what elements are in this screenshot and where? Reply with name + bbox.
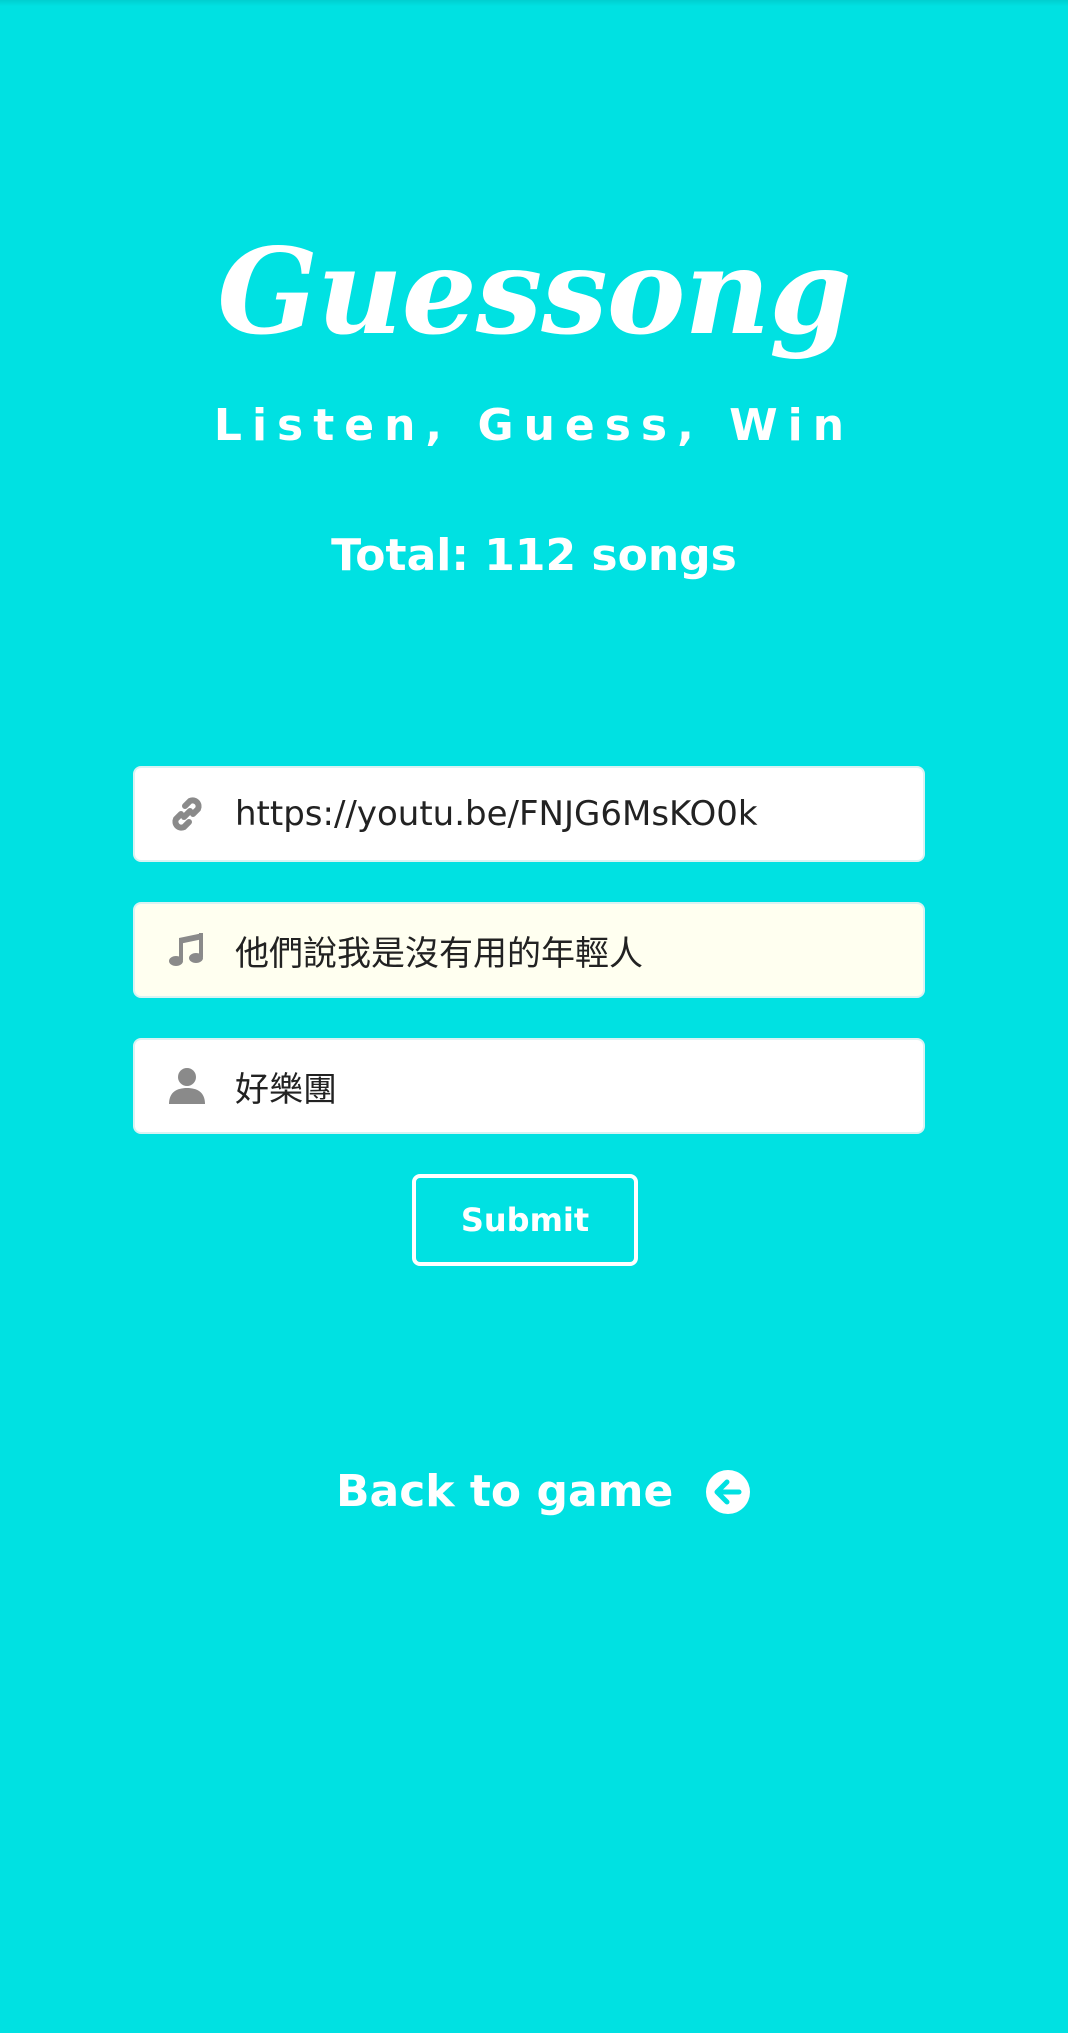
link-field[interactable]	[133, 766, 925, 862]
user-icon	[169, 1068, 205, 1104]
music-note-icon	[169, 933, 203, 966]
link-input[interactable]	[235, 768, 905, 860]
artist-input[interactable]	[235, 1040, 905, 1132]
app-logo: Guessong	[217, 222, 852, 361]
status-bar-shade	[0, 0, 1068, 6]
back-to-game-link[interactable]: Back to game	[336, 1460, 750, 1520]
song-title-input[interactable]	[235, 904, 905, 996]
arrow-left-circle-icon	[705, 1470, 750, 1514]
submit-button[interactable]: Submit	[412, 1174, 638, 1266]
song-total: Total: 112 songs	[331, 530, 737, 581]
back-to-game-label: Back to game	[336, 1466, 674, 1517]
song-title-field[interactable]	[133, 902, 925, 998]
link-icon	[172, 797, 202, 831]
artist-field[interactable]	[133, 1038, 925, 1134]
app-tagline: Listen, Guess, Win	[213, 400, 855, 451]
